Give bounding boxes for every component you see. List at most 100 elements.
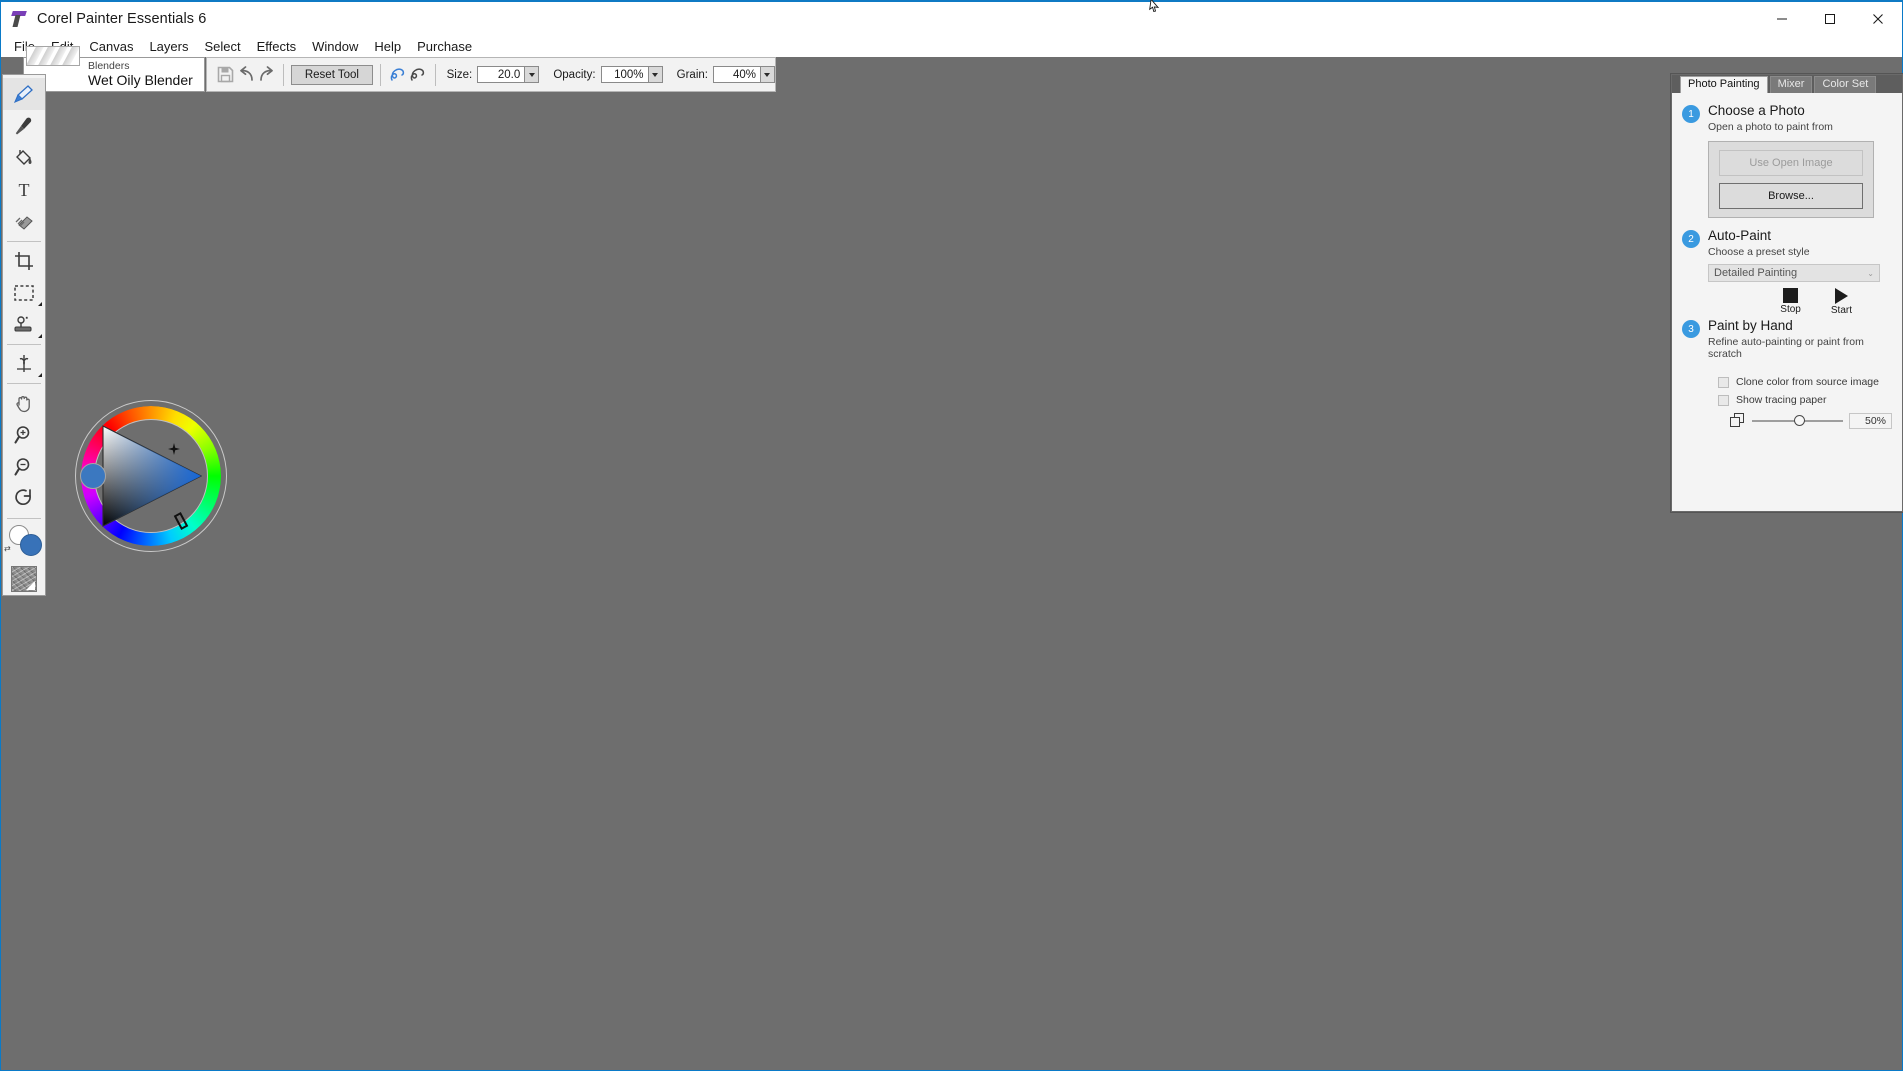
step-2-header: 2 Auto-Paint Choose a preset style (1682, 228, 1892, 258)
grain-field: Grain: 40% (677, 66, 775, 83)
opacity-dropdown-arrow-icon[interactable] (647, 67, 662, 82)
mouse-cursor-artifact (1148, 0, 1162, 17)
size-spinner[interactable]: 20.0 (477, 66, 540, 83)
tracing-opacity-value[interactable]: 50% (1848, 413, 1892, 429)
brush-tool[interactable] (3, 78, 45, 110)
brush-preview-thumbnail (26, 46, 80, 66)
tracing-opacity-slider-thumb[interactable] (1793, 415, 1805, 426)
tracing-opacity-slider[interactable] (1751, 415, 1843, 426)
step-3-badge: 3 (1682, 320, 1700, 338)
transform-tool[interactable] (3, 348, 45, 380)
toolbox: T ⇄ (2, 74, 46, 596)
opacity-spinner[interactable]: 100% (600, 66, 663, 83)
grain-dropdown-arrow-icon[interactable] (759, 67, 774, 82)
magnifier-zoom-in-tool[interactable] (3, 419, 45, 451)
menu-effects[interactable]: Effects (249, 37, 305, 56)
maximize-button[interactable] (1806, 2, 1854, 35)
save-icon[interactable] (216, 61, 236, 89)
menu-window[interactable]: Window (304, 37, 366, 56)
show-tracing-paper-row[interactable]: Show tracing paper (1718, 394, 1892, 406)
application-window: Corel Painter Essentials 6 File Edit Can… (0, 0, 1903, 1071)
menu-help[interactable]: Help (366, 37, 409, 56)
auto-paint-transport-controls: Stop Start (1682, 288, 1852, 316)
choose-photo-box: Use Open Image Browse... (1708, 141, 1874, 218)
magnifier-zoom-out-tool[interactable] (3, 451, 45, 483)
opacity-label: Opacity: (553, 68, 596, 81)
color-preview-dot (80, 463, 106, 489)
step-1-header: 1 Choose a Photo Open a photo to paint f… (1682, 103, 1892, 133)
menu-bar: File Edit Canvas Layers Select Effects W… (1, 35, 1902, 57)
stop-label: Stop (1780, 304, 1801, 315)
preset-style-value: Detailed Painting (1714, 267, 1798, 279)
show-tracing-paper-checkbox[interactable] (1718, 394, 1729, 406)
step-1-badge: 1 (1682, 105, 1700, 123)
tab-mixer[interactable]: Mixer (1769, 76, 1813, 93)
grain-value[interactable]: 40% (713, 67, 760, 82)
redo-icon[interactable] (256, 61, 276, 89)
step-2-badge: 2 (1682, 230, 1700, 248)
size-value[interactable]: 20.0 (478, 67, 525, 82)
property-bar-row: Blenders Wet Oily Blender Reset Tool Siz… (1, 46, 1902, 92)
play-icon (1834, 288, 1848, 304)
start-label: Start (1830, 305, 1852, 316)
svg-text:T: T (19, 180, 30, 200)
step-3-subtitle: Refine auto-painting or paint from scrat… (1708, 336, 1864, 360)
paper-texture-swatch[interactable] (11, 566, 37, 592)
tab-photo-painting[interactable]: Photo Painting (1680, 76, 1768, 93)
window-title: Corel Painter Essentials 6 (37, 10, 207, 27)
rotate-page-tool[interactable] (3, 483, 45, 515)
brush-selector[interactable]: Blenders Wet Oily Blender (23, 46, 205, 92)
dropper-tool[interactable] (3, 110, 45, 142)
tab-color-set[interactable]: Color Set (1814, 76, 1877, 93)
main-color-swatch[interactable] (20, 534, 42, 556)
stop-button[interactable]: Stop (1780, 288, 1801, 316)
step-2-title: Auto-Paint (1708, 228, 1772, 243)
stop-icon (1783, 288, 1799, 303)
step-3-title: Paint by Hand (1708, 318, 1793, 333)
color-swatches[interactable]: ⇄ (3, 522, 45, 562)
property-bar: Reset Tool Size: 20.0 Opacity: 100% Grai… (206, 57, 776, 92)
playback-stroke-icon[interactable] (408, 61, 428, 89)
swap-colors-icon[interactable]: ⇄ (4, 544, 11, 553)
reset-tool-button[interactable]: Reset Tool (291, 64, 373, 85)
record-stroke-icon[interactable] (387, 61, 407, 89)
layers-icon (1730, 413, 1746, 429)
crop-tool[interactable] (3, 245, 45, 277)
size-dropdown-arrow-icon[interactable] (524, 67, 539, 82)
menu-select[interactable]: Select (196, 37, 248, 56)
menu-purchase[interactable]: Purchase (409, 37, 480, 56)
minimize-button[interactable] (1758, 2, 1806, 35)
menu-layers[interactable]: Layers (141, 37, 196, 56)
eraser-tool[interactable] (3, 206, 45, 238)
cloner-tool[interactable] (3, 309, 45, 341)
clone-color-checkbox[interactable] (1718, 376, 1729, 388)
photo-painting-panel: Photo Painting Mixer Color Set 1 Choose … (1671, 74, 1903, 512)
start-button[interactable]: Start (1831, 288, 1852, 316)
brush-name-label: Wet Oily Blender (88, 72, 193, 89)
panel-tab-bar: Photo Painting Mixer Color Set (1672, 75, 1902, 93)
menu-canvas[interactable]: Canvas (81, 37, 141, 56)
title-bar: Corel Painter Essentials 6 (1, 2, 1902, 35)
use-open-image-button[interactable]: Use Open Image (1719, 150, 1863, 176)
clone-color-row[interactable]: Clone color from source image (1718, 376, 1892, 388)
triangle-crosshair-marker[interactable] (168, 443, 180, 455)
close-button[interactable] (1854, 2, 1902, 35)
browse-button[interactable]: Browse... (1719, 183, 1863, 209)
step-1-subtitle: Open a photo to paint from (1708, 121, 1833, 133)
opacity-value[interactable]: 100% (601, 67, 648, 82)
text-tool[interactable]: T (3, 174, 45, 206)
undo-icon[interactable] (236, 61, 256, 89)
grain-spinner[interactable]: 40% (712, 66, 775, 83)
opacity-field: Opacity: 100% (553, 66, 663, 83)
chevron-down-icon: ⌄ (1867, 268, 1874, 278)
paint-bucket-tool[interactable] (3, 142, 45, 174)
brush-category-label: Blenders (88, 60, 130, 73)
grabber-hand-tool[interactable] (3, 387, 45, 419)
canvas-area[interactable] (47, 92, 1901, 1069)
saturation-value-triangle[interactable] (102, 425, 202, 527)
color-wheel[interactable] (75, 400, 227, 552)
rectangular-selection-tool[interactable] (3, 277, 45, 309)
preset-style-dropdown[interactable]: Detailed Painting ⌄ (1708, 264, 1880, 282)
step-3-header: 3 Paint by Hand Refine auto-painting or … (1682, 318, 1892, 360)
window-controls (1758, 2, 1902, 35)
